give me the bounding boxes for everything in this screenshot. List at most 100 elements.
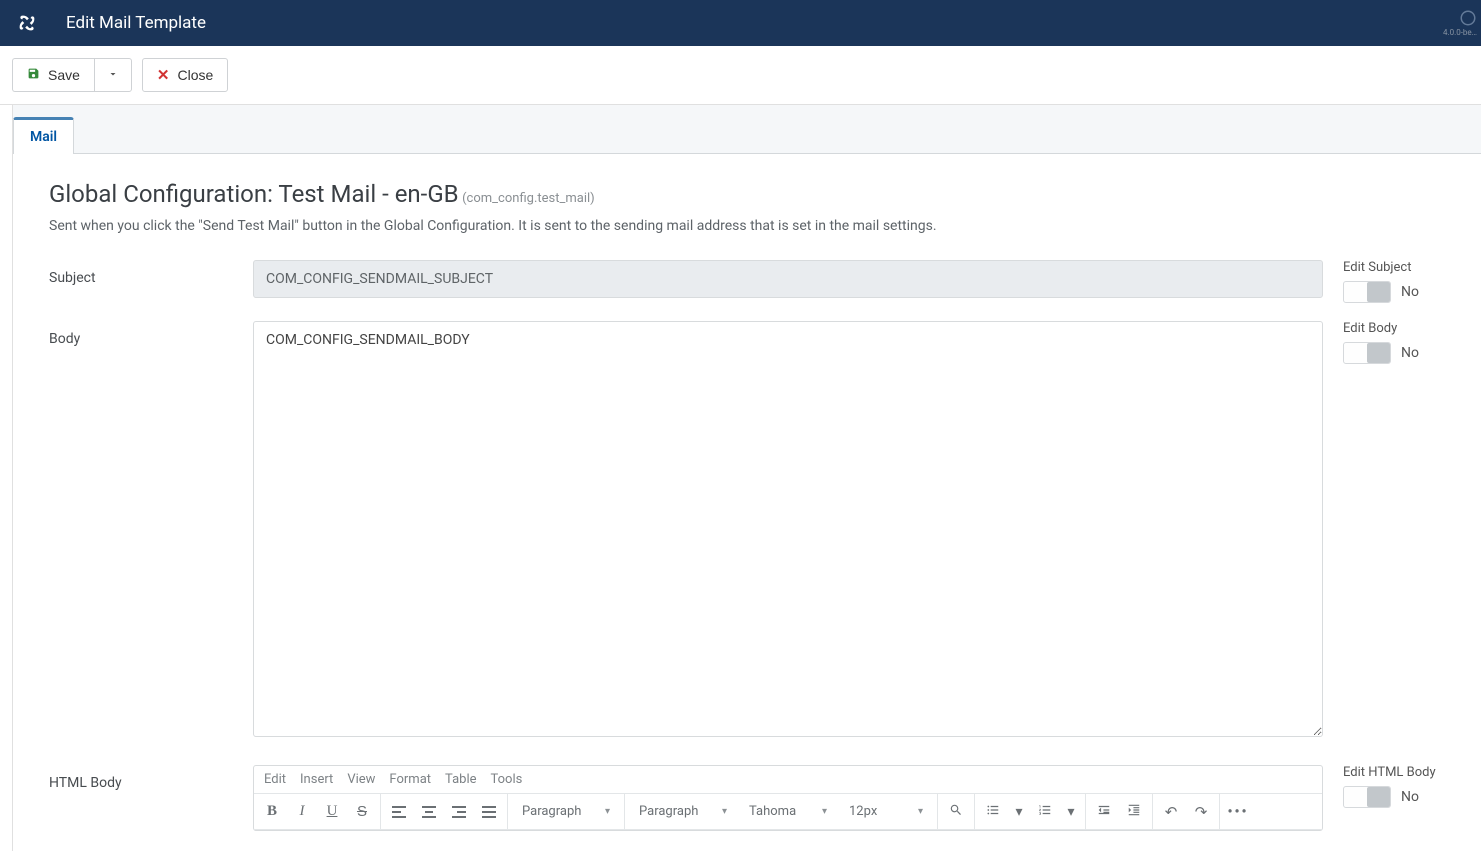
- close-icon: ✕: [157, 66, 170, 84]
- joomla-logo-icon: [16, 12, 38, 34]
- editor-strike-button[interactable]: S: [348, 798, 376, 826]
- save-button[interactable]: Save: [12, 58, 94, 92]
- save-button-label: Save: [48, 67, 80, 83]
- chevron-down-icon: ▾: [1015, 804, 1022, 820]
- close-button-label: Close: [178, 67, 214, 83]
- numbered-list-icon: [1038, 803, 1052, 821]
- mail-panel: Global Configuration: Test Mail - en-GB …: [13, 154, 1481, 851]
- editor-font-select[interactable]: Tahoma ▾: [739, 798, 837, 826]
- editor-menu-table[interactable]: Table: [445, 772, 476, 787]
- save-icon: [27, 67, 40, 83]
- chevron-down-icon: [107, 67, 119, 83]
- more-icon: •••: [1227, 804, 1248, 820]
- outdent-icon: [1097, 803, 1111, 821]
- redo-icon: ↷: [1195, 803, 1208, 821]
- editor-group-block: Paragraph ▾: [508, 794, 625, 829]
- chevron-down-icon: ▾: [722, 806, 727, 817]
- editor-align-justify-button[interactable]: [475, 798, 503, 826]
- close-button[interactable]: ✕ Close: [142, 58, 228, 92]
- body-textarea[interactable]: COM_CONFIG_SENDMAIL_BODY: [253, 321, 1323, 737]
- editor-group-history: ↶ ↷: [1153, 794, 1220, 829]
- edit-subject-toggle[interactable]: [1343, 281, 1391, 303]
- save-dropdown-button[interactable]: [94, 58, 132, 92]
- edit-body-label: Edit Body: [1343, 321, 1447, 336]
- edit-html-body-state: No: [1401, 789, 1419, 805]
- underline-icon: U: [327, 803, 338, 820]
- toggle-knob: [1367, 282, 1390, 302]
- chevron-down-icon: ▾: [605, 806, 610, 817]
- editor-search-button[interactable]: [942, 798, 970, 826]
- panel-description: Sent when you click the "Send Test Mail"…: [49, 218, 1447, 234]
- editor-indent-button[interactable]: [1120, 798, 1148, 826]
- tabs: Mail: [13, 105, 1481, 154]
- editor-group-lists: ▾ ▾: [975, 794, 1086, 829]
- editor-outdent-button[interactable]: [1090, 798, 1118, 826]
- editor-group-indent: [1086, 794, 1153, 829]
- chevron-down-icon: ▾: [918, 806, 923, 817]
- editor-group-search: [938, 794, 975, 829]
- search-icon: [949, 803, 963, 821]
- editor-numbered-list-button[interactable]: [1031, 798, 1059, 826]
- edit-html-body-toggle[interactable]: [1343, 786, 1391, 808]
- editor-fontsize-select-label: 12px: [849, 804, 877, 819]
- editor-numbered-list-dropdown[interactable]: ▾: [1061, 798, 1081, 826]
- editor-block-select-label: Paragraph: [522, 804, 581, 819]
- save-button-group: Save: [12, 58, 132, 92]
- joomla-small-icon: [1459, 9, 1477, 27]
- edit-subject-label: Edit Subject: [1343, 260, 1447, 275]
- editor-group-align: [381, 794, 508, 829]
- editor-align-right-button[interactable]: [445, 798, 473, 826]
- editor-block2-select[interactable]: Paragraph ▾: [629, 798, 737, 826]
- edit-body-toggle[interactable]: [1343, 342, 1391, 364]
- editor-group-textstyle: B I U S: [254, 794, 381, 829]
- subject-input: [253, 260, 1323, 298]
- align-center-icon: [422, 806, 436, 818]
- html-body-label: HTML Body: [49, 765, 233, 791]
- chevron-down-icon: ▾: [1067, 804, 1074, 820]
- strikethrough-icon: S: [357, 803, 367, 820]
- editor-block-select[interactable]: Paragraph ▾: [512, 798, 620, 826]
- editor-menubar: Edit Insert View Format Table Tools: [254, 766, 1322, 794]
- editor-align-center-button[interactable]: [415, 798, 443, 826]
- editor-bullet-list-button[interactable]: [979, 798, 1007, 826]
- editor-menu-format[interactable]: Format: [389, 772, 431, 787]
- align-justify-icon: [482, 806, 496, 818]
- editor-align-left-button[interactable]: [385, 798, 413, 826]
- html-body-row: HTML Body Edit Insert View Format Table …: [49, 765, 1447, 831]
- editor-undo-button[interactable]: ↶: [1157, 798, 1185, 826]
- editor-menu-insert[interactable]: Insert: [300, 772, 333, 787]
- editor-toolbar: B I U S: [254, 794, 1322, 830]
- header-bar: Edit Mail Template 4.0.0-be…: [0, 0, 1481, 46]
- editor-menu-tools[interactable]: Tools: [491, 772, 523, 787]
- editor-fontsize-select[interactable]: 12px ▾: [839, 798, 933, 826]
- chevron-down-icon: ▾: [822, 806, 827, 817]
- editor-group-font: Paragraph ▾ Tahoma ▾ 12px ▾: [625, 794, 938, 829]
- edit-subject-state: No: [1401, 284, 1419, 300]
- editor-menu-edit[interactable]: Edit: [264, 772, 286, 787]
- editor-underline-button[interactable]: U: [318, 798, 346, 826]
- editor-font-select-label: Tahoma: [749, 804, 796, 819]
- tab-mail[interactable]: Mail: [13, 117, 74, 154]
- header-right: 4.0.0-be…: [1443, 0, 1477, 46]
- toggle-knob: [1367, 787, 1390, 807]
- italic-icon: I: [300, 803, 305, 820]
- editor-block2-select-label: Paragraph: [639, 804, 698, 819]
- panel-heading-slug: (com_config.test_mail): [462, 191, 595, 206]
- editor-more-button[interactable]: •••: [1224, 798, 1252, 826]
- editor-italic-button[interactable]: I: [288, 798, 316, 826]
- editor-bullet-list-dropdown[interactable]: ▾: [1009, 798, 1029, 826]
- panel-heading: Global Configuration: Test Mail - en-GB: [49, 180, 459, 208]
- editor-redo-button[interactable]: ↷: [1187, 798, 1215, 826]
- content-shell: Mail Global Configuration: Test Mail - e…: [12, 105, 1481, 851]
- editor-menu-view[interactable]: View: [347, 772, 375, 787]
- html-editor: Edit Insert View Format Table Tools B I …: [253, 765, 1323, 831]
- subject-label: Subject: [49, 260, 233, 286]
- edit-body-state: No: [1401, 345, 1419, 361]
- bullet-list-icon: [986, 803, 1000, 821]
- bold-icon: B: [267, 803, 277, 820]
- edit-html-body-label: Edit HTML Body: [1343, 765, 1447, 780]
- indent-icon: [1127, 803, 1141, 821]
- heading-row: Global Configuration: Test Mail - en-GB …: [49, 180, 1447, 208]
- undo-icon: ↶: [1165, 803, 1178, 821]
- editor-bold-button[interactable]: B: [258, 798, 286, 826]
